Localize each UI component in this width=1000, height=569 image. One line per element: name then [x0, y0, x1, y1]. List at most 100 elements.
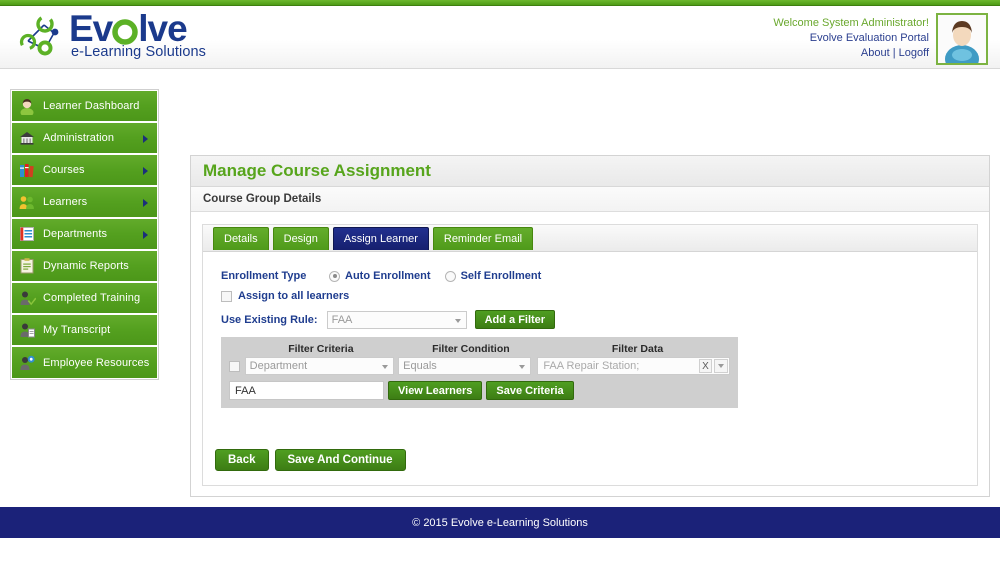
assign-all-label: Assign to all learners	[238, 290, 349, 302]
person-check-icon	[18, 289, 36, 307]
copyright-text: © 2015 Evolve e-Learning Solutions	[412, 517, 588, 529]
filter-table: Filter Criteria Filter Condition Filter …	[221, 337, 738, 408]
auto-enrollment-radio[interactable]	[329, 271, 340, 282]
logo-o-ring-icon	[112, 10, 138, 47]
main-panel: Manage Course Assignment Course Group De…	[190, 155, 990, 497]
administration-icon	[18, 129, 36, 147]
sidebar-item-label: Dynamic Reports	[43, 260, 129, 272]
save-and-continue-button[interactable]: Save And Continue	[275, 449, 406, 471]
courses-books-icon	[18, 161, 36, 179]
tab-details[interactable]: Details	[213, 227, 269, 250]
about-link[interactable]: About	[861, 47, 890, 59]
chevron-right-icon	[143, 135, 148, 143]
column-header-filter-criteria: Filter Criteria	[243, 343, 399, 355]
person-resources-icon	[18, 354, 36, 372]
enrollment-type-label: Enrollment Type	[221, 270, 329, 282]
sidebar-item-label: Administration	[43, 132, 114, 144]
main-title-bar: Manage Course Assignment	[191, 156, 989, 187]
avatar[interactable]	[936, 13, 988, 65]
page-subtitle: Course Group Details	[203, 193, 321, 205]
table-row: Department Equals FAA Repair Station; X	[229, 357, 730, 375]
evolve-logo-icon	[14, 11, 66, 59]
filter-criteria-select[interactable]: Department	[245, 357, 395, 375]
person-document-icon	[18, 321, 36, 339]
assign-all-checkbox[interactable]	[221, 291, 232, 302]
add-filter-button[interactable]: Add a Filter	[475, 310, 556, 329]
tab-assign-learner[interactable]: Assign Learner	[333, 227, 429, 250]
filter-table-header: Filter Criteria Filter Condition Filter …	[229, 343, 730, 355]
sidebar-item-dynamic-reports[interactable]: Dynamic Reports	[12, 251, 157, 282]
sidebar-item-label: Departments	[43, 228, 107, 240]
filter-data-input[interactable]: FAA Repair Station; X	[537, 357, 730, 375]
filter-criteria-value: Department	[250, 360, 307, 372]
chevron-down-icon	[382, 365, 388, 369]
self-enrollment-label: Self Enrollment	[461, 270, 542, 282]
sidebar-item-my-transcript[interactable]: My Transcript	[12, 315, 157, 346]
auto-enrollment-label: Auto Enrollment	[345, 270, 431, 282]
assign-all-row: Assign to all learners	[221, 290, 977, 302]
tab-reminder-email[interactable]: Reminder Email	[433, 227, 533, 250]
chevron-right-icon	[143, 199, 148, 207]
sidebar-item-label: Employee Resources	[43, 357, 149, 369]
portal-name: Evolve Evaluation Portal	[773, 31, 929, 46]
page-footer: © 2015 Evolve e-Learning Solutions	[0, 507, 1000, 538]
learner-dashboard-icon	[18, 97, 36, 115]
sidebar-item-label: My Transcript	[43, 324, 110, 336]
page-body: Learner Dashboard Administration	[0, 69, 1000, 538]
chevron-right-icon	[143, 231, 148, 239]
existing-rule-value: FAA	[332, 314, 353, 326]
existing-rule-row: Use Existing Rule: FAA Add a Filter	[221, 310, 977, 329]
back-button[interactable]: Back	[215, 449, 269, 471]
sidebar-item-courses[interactable]: Courses	[12, 155, 157, 186]
sidebar-item-label: Completed Training	[43, 292, 140, 304]
sidebar-item-employee-resources[interactable]: Employee Resources	[12, 347, 157, 378]
brand-logo[interactable]: Evlve e-Learning Solutions	[14, 10, 206, 60]
sidebar-item-departments[interactable]: Departments	[12, 219, 157, 250]
header-user-area: Welcome System Administrator! Evolve Eva…	[773, 13, 988, 65]
chevron-down-icon	[455, 319, 461, 323]
filter-condition-value: Equals	[403, 360, 437, 372]
chevron-down-icon	[519, 365, 525, 369]
header-links: About | Logoff	[773, 46, 929, 61]
chevron-right-icon	[143, 167, 148, 175]
sidebar-navigation: Learner Dashboard Administration	[10, 89, 159, 380]
welcome-message: Welcome System Administrator!	[773, 16, 929, 31]
tab-bar: Details Design Assign Learner Reminder E…	[203, 225, 977, 252]
sidebar-item-completed-training[interactable]: Completed Training	[12, 283, 157, 314]
filter-data-value: FAA Repair Station;	[543, 360, 639, 372]
column-header-filter-condition: Filter Condition	[403, 343, 539, 355]
enrollment-type-row: Enrollment Type Auto Enrollment Self Enr…	[221, 270, 977, 282]
clear-filter-data-button[interactable]: X	[699, 359, 712, 373]
sidebar-item-administration[interactable]: Administration	[12, 123, 157, 154]
tab-design[interactable]: Design	[273, 227, 329, 250]
assignment-inner-panel: Details Design Assign Learner Reminder E…	[202, 224, 978, 486]
existing-rule-select[interactable]: FAA	[327, 311, 467, 329]
save-criteria-button[interactable]: Save Criteria	[486, 381, 573, 400]
filter-actions-row: FAA View Learners Save Criteria	[229, 381, 730, 400]
link-separator: |	[893, 47, 896, 59]
sidebar-item-learner-dashboard[interactable]: Learner Dashboard	[12, 91, 157, 122]
page-header: Evlve e-Learning Solutions Welcome Syste…	[0, 6, 1000, 69]
filter-condition-select[interactable]: Equals	[398, 357, 531, 375]
assign-learner-form: Enrollment Type Auto Enrollment Self Enr…	[203, 252, 977, 408]
sidebar-item-label: Learners	[43, 196, 87, 208]
page-title: Manage Course Assignment	[203, 161, 431, 181]
sub-title-bar: Course Group Details	[191, 187, 989, 212]
logo-tagline: e-Learning Solutions	[71, 45, 206, 60]
sidebar-item-label: Courses	[43, 164, 85, 176]
sidebar-item-label: Learner Dashboard	[43, 100, 139, 112]
logo-wordmark: Evlve	[69, 10, 206, 48]
view-learners-button[interactable]: View Learners	[388, 381, 482, 400]
logoff-link[interactable]: Logoff	[899, 47, 929, 59]
filter-data-dropdown-button[interactable]	[714, 359, 728, 373]
user-avatar-icon	[938, 15, 986, 63]
sidebar-item-learners[interactable]: Learners	[12, 187, 157, 218]
existing-rule-label: Use Existing Rule:	[221, 314, 318, 326]
learners-people-icon	[18, 193, 36, 211]
rule-name-input[interactable]: FAA	[229, 381, 384, 400]
column-header-filter-data: Filter Data	[545, 343, 730, 355]
form-actions: Back Save And Continue	[215, 449, 406, 471]
clipboard-report-icon	[18, 257, 36, 275]
filter-row-checkbox[interactable]	[229, 361, 240, 372]
self-enrollment-radio[interactable]	[445, 271, 456, 282]
